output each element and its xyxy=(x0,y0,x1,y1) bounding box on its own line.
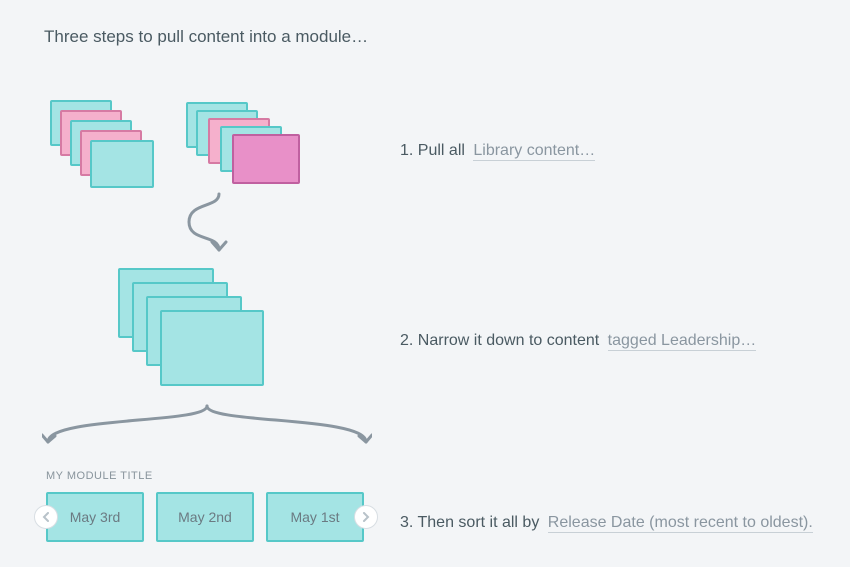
flow-arrow-icon xyxy=(179,190,249,270)
sorted-card: May 2nd xyxy=(156,492,254,542)
step-2-prefix: 2. Narrow it down to content xyxy=(400,332,599,349)
step-2: 2. Narrow it down to content tagged Lead… xyxy=(400,332,756,350)
prev-button[interactable] xyxy=(34,505,58,529)
sorted-card: May 1st xyxy=(266,492,364,542)
step-1-prefix: 1. Pull all xyxy=(400,142,465,159)
card-date: May 2nd xyxy=(178,509,232,525)
page-title: Three steps to pull content into a modul… xyxy=(44,27,368,47)
card-date: May 1st xyxy=(290,509,339,525)
step-3-prefix: 3. Then sort it all by xyxy=(400,514,539,531)
step-1: 1. Pull all Library content… xyxy=(400,142,595,160)
step-2-link[interactable]: tagged Leadership… xyxy=(608,332,757,351)
spread-arrow-icon xyxy=(42,402,372,462)
chevron-left-icon xyxy=(42,512,50,522)
sorted-card: May 3rd xyxy=(46,492,144,542)
content-card xyxy=(160,310,264,386)
content-card xyxy=(90,140,154,188)
module-title-label: MY MODULE TITLE xyxy=(46,470,153,482)
step-3: 3. Then sort it all by Release Date (mos… xyxy=(400,514,813,532)
step-3-link[interactable]: Release Date (most recent to oldest). xyxy=(548,514,813,533)
sorted-card-row: May 3rd May 2nd May 1st xyxy=(46,492,364,542)
chevron-right-icon xyxy=(362,512,370,522)
next-button[interactable] xyxy=(354,505,378,529)
step-1-link[interactable]: Library content… xyxy=(473,142,595,161)
card-date: May 3rd xyxy=(70,509,121,525)
content-card xyxy=(232,134,300,184)
